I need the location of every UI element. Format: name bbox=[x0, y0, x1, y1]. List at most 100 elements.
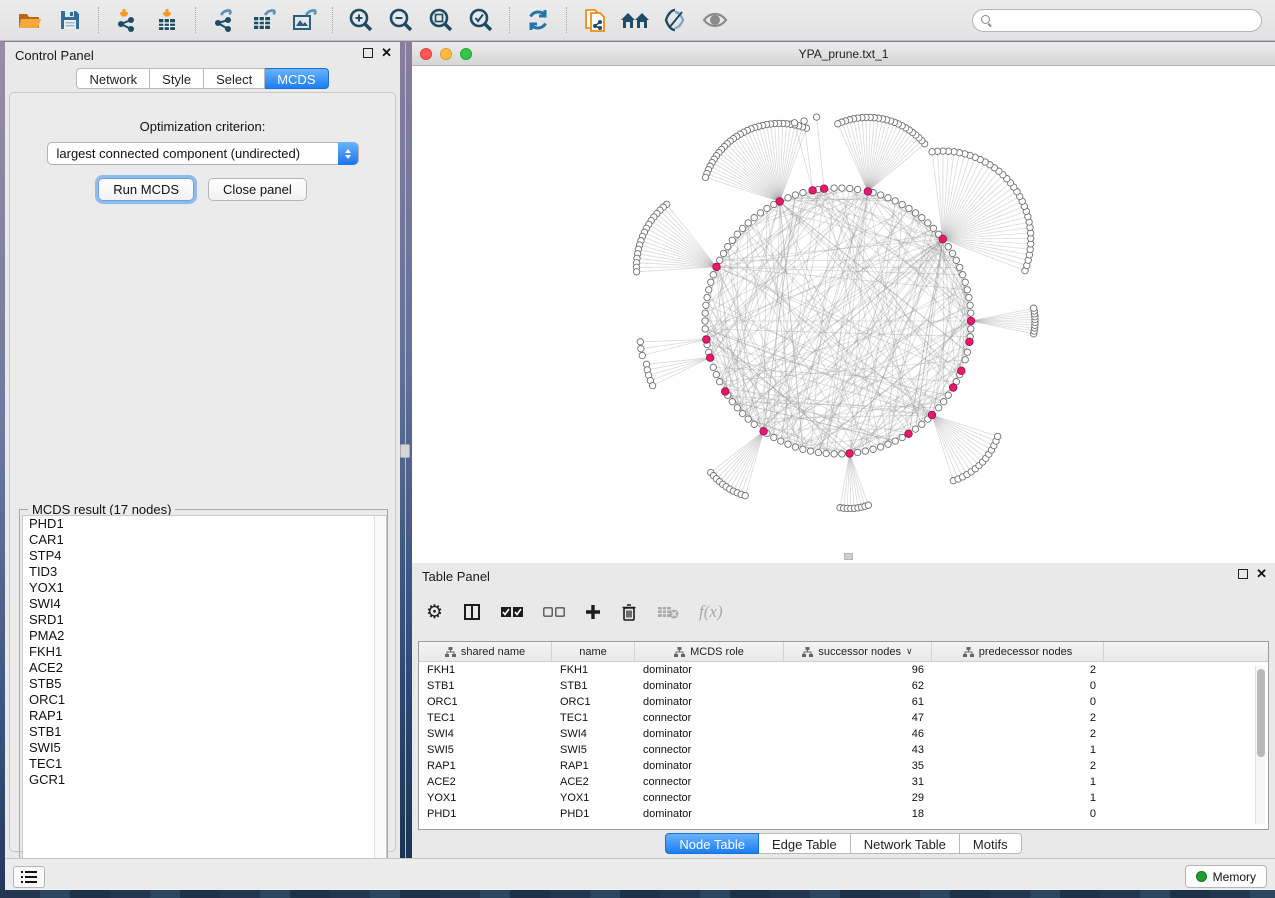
table-cell[interactable]: 31 bbox=[784, 774, 932, 790]
table-cell[interactable]: connector bbox=[635, 742, 784, 758]
float-window-icon[interactable] bbox=[363, 48, 373, 58]
memory-button[interactable]: Memory bbox=[1185, 865, 1267, 888]
table-cell[interactable]: RAP1 bbox=[552, 758, 635, 774]
close-icon[interactable]: ✕ bbox=[381, 48, 392, 58]
table-cell[interactable]: FKH1 bbox=[419, 662, 552, 678]
table-cell[interactable]: TEC1 bbox=[552, 710, 635, 726]
tab-select[interactable]: Select bbox=[204, 68, 265, 89]
mcds-result-item[interactable]: ACE2 bbox=[23, 660, 386, 676]
open-file-button[interactable] bbox=[13, 5, 47, 35]
table-cell[interactable]: YOX1 bbox=[419, 790, 552, 806]
zoom-out-button[interactable] bbox=[384, 5, 418, 35]
network-graph[interactable] bbox=[412, 66, 1275, 562]
search-input[interactable] bbox=[992, 12, 1261, 30]
table-cell[interactable]: RAP1 bbox=[419, 758, 552, 774]
mcds-result-item[interactable]: FKH1 bbox=[23, 644, 386, 660]
mcds-result-item[interactable]: SWI4 bbox=[23, 596, 386, 612]
table-cell[interactable]: 47 bbox=[784, 710, 932, 726]
close-icon[interactable]: ✕ bbox=[1256, 569, 1267, 579]
table-options-button[interactable]: ⚙ bbox=[426, 603, 443, 622]
column-header-successor-nodes[interactable]: successor nodes∨ bbox=[784, 642, 932, 661]
table-cell[interactable]: TEC1 bbox=[419, 710, 552, 726]
panel-divider-grip[interactable] bbox=[400, 444, 410, 458]
table-cell[interactable]: SWI5 bbox=[419, 742, 552, 758]
mcds-result-item[interactable]: TEC1 bbox=[23, 756, 386, 772]
table-cell[interactable]: 29 bbox=[784, 790, 932, 806]
import-network-button[interactable] bbox=[110, 5, 144, 35]
table-cell[interactable]: 35 bbox=[784, 758, 932, 774]
mcds-result-item[interactable]: STP4 bbox=[23, 548, 386, 564]
tab-node-table[interactable]: Node Table bbox=[665, 833, 759, 854]
clone-network-button[interactable] bbox=[578, 5, 612, 35]
mcds-result-item[interactable]: TID3 bbox=[23, 564, 386, 580]
table-cell[interactable]: 1 bbox=[932, 742, 1104, 758]
table-cell[interactable]: connector bbox=[635, 710, 784, 726]
table-cell[interactable]: dominator bbox=[635, 726, 784, 742]
table-cell[interactable]: YOX1 bbox=[552, 790, 635, 806]
table-cell[interactable]: 2 bbox=[932, 726, 1104, 742]
export-image-button[interactable] bbox=[287, 5, 321, 35]
delete-column-button[interactable] bbox=[621, 603, 637, 621]
table-cell[interactable]: FKH1 bbox=[552, 662, 635, 678]
table-cell[interactable]: 61 bbox=[784, 694, 932, 710]
table-cell[interactable]: dominator bbox=[635, 694, 784, 710]
show-panels-button[interactable] bbox=[698, 5, 732, 35]
table-cell[interactable]: dominator bbox=[635, 678, 784, 694]
import-table-button[interactable] bbox=[150, 5, 184, 35]
table-cell[interactable]: STB1 bbox=[552, 678, 635, 694]
table-cell[interactable]: 0 bbox=[932, 678, 1104, 694]
mcds-result-item[interactable]: GCR1 bbox=[23, 772, 386, 788]
table-cell[interactable]: ORC1 bbox=[419, 694, 552, 710]
canvas-splitter-grip[interactable] bbox=[844, 553, 853, 560]
table-row[interactable]: FKH1FKH1dominator962 bbox=[419, 662, 1268, 678]
table-cell[interactable]: SWI5 bbox=[552, 742, 635, 758]
export-network-button[interactable] bbox=[207, 5, 241, 35]
table-cell[interactable]: 2 bbox=[932, 710, 1104, 726]
mcds-result-item[interactable]: RAP1 bbox=[23, 708, 386, 724]
mcds-result-item[interactable]: SWI5 bbox=[23, 740, 386, 756]
close-panel-button[interactable]: Close panel bbox=[208, 178, 307, 201]
run-mcds-button[interactable]: Run MCDS bbox=[98, 178, 194, 201]
table-row[interactable]: RAP1RAP1dominator352 bbox=[419, 758, 1268, 774]
mcds-result-item[interactable]: PHD1 bbox=[23, 516, 386, 532]
hide-panels-button[interactable] bbox=[658, 5, 692, 35]
network-canvas[interactable] bbox=[412, 66, 1275, 562]
table-cell[interactable]: ORC1 bbox=[552, 694, 635, 710]
mcds-result-item[interactable]: CAR1 bbox=[23, 532, 386, 548]
table-row[interactable]: ACE2ACE2connector311 bbox=[419, 774, 1268, 790]
table-row[interactable]: YOX1YOX1connector291 bbox=[419, 790, 1268, 806]
column-header-MCDS-role[interactable]: MCDS role bbox=[635, 642, 784, 661]
table-cell[interactable]: 1 bbox=[932, 790, 1104, 806]
table-cell[interactable]: SWI4 bbox=[552, 726, 635, 742]
tab-edge-table[interactable]: Edge Table bbox=[759, 833, 851, 854]
table-row[interactable]: SWI4SWI4dominator462 bbox=[419, 726, 1268, 742]
unselect-all-columns-button[interactable] bbox=[543, 606, 565, 618]
table-cell[interactable]: 0 bbox=[932, 806, 1104, 822]
tab-style[interactable]: Style bbox=[150, 68, 204, 89]
mcds-result-item[interactable]: ORC1 bbox=[23, 692, 386, 708]
float-window-icon[interactable] bbox=[1238, 569, 1248, 579]
network-window-titlebar[interactable]: YPA_prune.txt_1 bbox=[412, 42, 1275, 66]
column-header-predecessor-nodes[interactable]: predecessor nodes bbox=[932, 642, 1104, 661]
table-cell[interactable]: 46 bbox=[784, 726, 932, 742]
search-field[interactable] bbox=[972, 9, 1262, 32]
mcds-result-list[interactable]: PHD1CAR1STP4TID3YOX1SWI4SRD1PMA2FKH1ACE2… bbox=[22, 515, 387, 880]
table-cell[interactable]: 1 bbox=[932, 774, 1104, 790]
table-cell[interactable]: SWI4 bbox=[419, 726, 552, 742]
table-row[interactable]: TEC1TEC1connector472 bbox=[419, 710, 1268, 726]
table-cell[interactable]: PHD1 bbox=[419, 806, 552, 822]
mcds-result-item[interactable]: STB5 bbox=[23, 676, 386, 692]
table-cell[interactable]: ACE2 bbox=[552, 774, 635, 790]
task-history-button[interactable] bbox=[13, 866, 45, 888]
tab-mcds[interactable]: MCDS bbox=[265, 68, 328, 89]
table-cell[interactable]: PHD1 bbox=[552, 806, 635, 822]
create-column-button[interactable] bbox=[585, 604, 601, 620]
mcds-result-item[interactable]: YOX1 bbox=[23, 580, 386, 596]
table-scrollbar[interactable] bbox=[1255, 666, 1265, 824]
show-columns-button[interactable] bbox=[463, 603, 481, 621]
table-row[interactable]: SWI5SWI5connector431 bbox=[419, 742, 1268, 758]
zoom-selected-button[interactable] bbox=[464, 5, 498, 35]
table-cell[interactable]: 43 bbox=[784, 742, 932, 758]
table-cell[interactable]: dominator bbox=[635, 806, 784, 822]
select-all-columns-button[interactable] bbox=[501, 606, 523, 618]
